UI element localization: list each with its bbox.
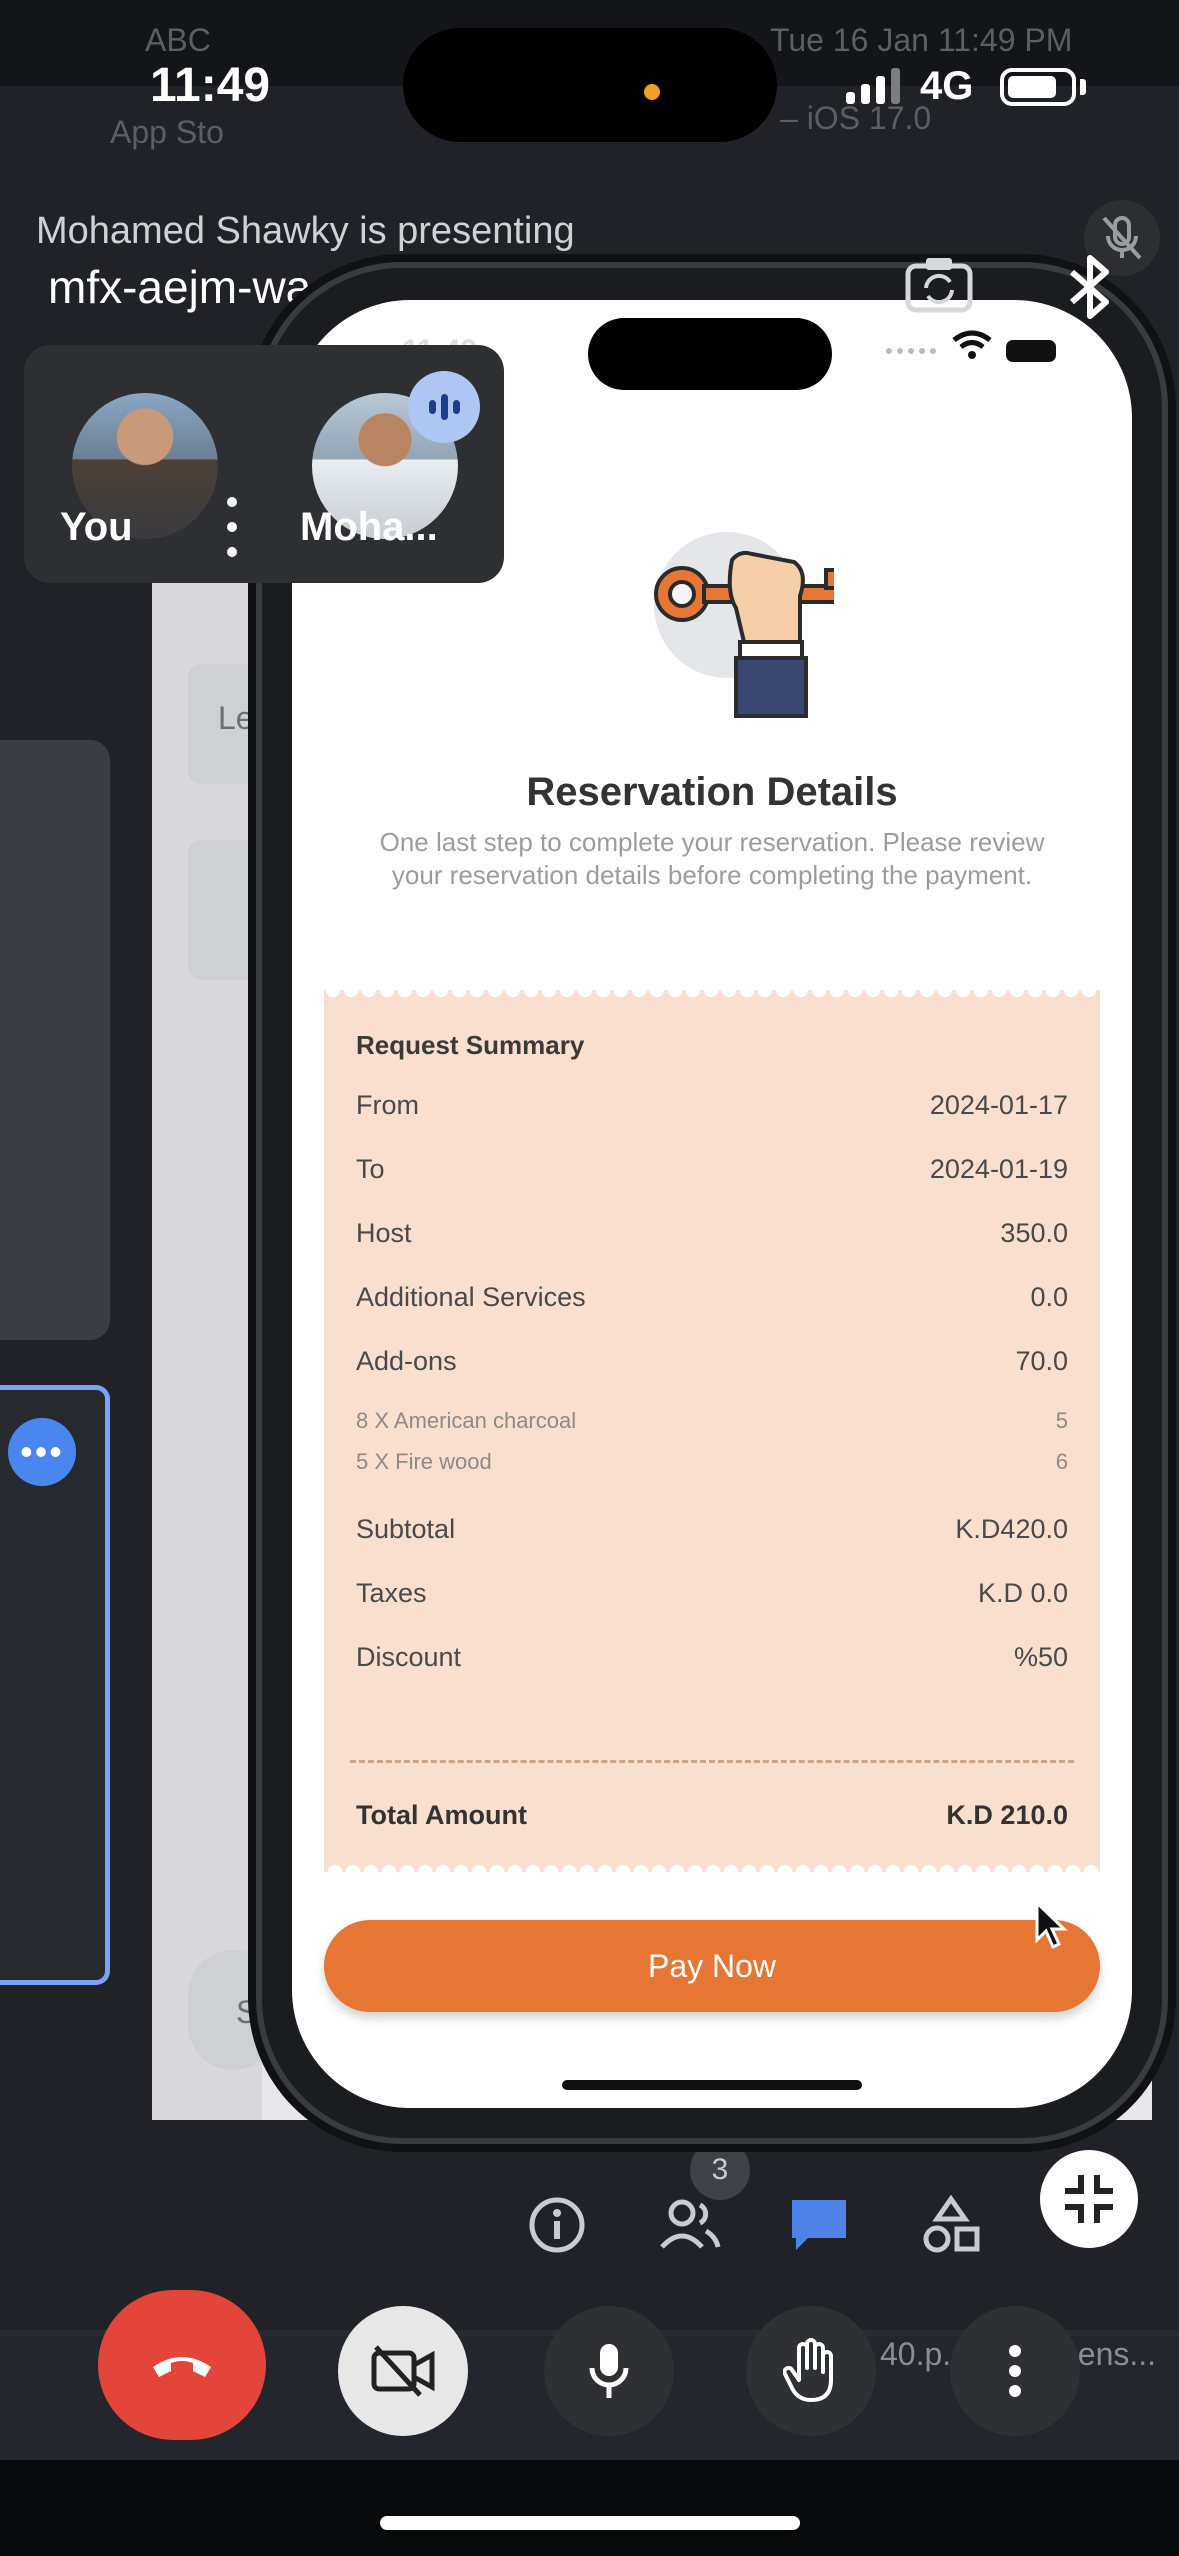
row-value: 0.0	[1030, 1282, 1068, 1312]
mouse-cursor-icon	[1035, 1900, 1068, 1950]
row-value: %50	[1013, 1642, 1068, 1672]
camera-flip-icon[interactable]	[904, 254, 974, 314]
total-label: Total Amount	[356, 1800, 527, 1830]
row-value: K.D 0.0	[977, 1578, 1068, 1608]
speaking-indicator-icon	[408, 371, 480, 443]
mic-icon	[589, 2344, 629, 2398]
phone-signal-icon	[886, 348, 936, 354]
row-value: 70.0	[1015, 1346, 1068, 1376]
camera-toggle-button[interactable]	[338, 2306, 468, 2436]
activities-icon[interactable]	[916, 2190, 986, 2260]
hang-up-icon	[153, 2357, 211, 2377]
hand-icon	[783, 2338, 833, 2402]
key-in-hand-icon	[654, 550, 834, 718]
summary-row-from: From 2024-01-17	[356, 1090, 1068, 1121]
summary-row-subtotal: Subtotal K.D420.0	[356, 1514, 1068, 1545]
more-vert-icon	[1009, 2345, 1021, 2397]
phone-battery-icon	[1006, 340, 1056, 362]
more-vert-icon[interactable]	[222, 497, 242, 557]
row-value: 2024-01-17	[929, 1090, 1068, 1120]
row-label: To	[356, 1154, 385, 1184]
addon-item: 5 X Fire wood 6	[356, 1449, 1068, 1475]
exit-fullscreen-icon	[1065, 2175, 1113, 2223]
wifi-icon	[952, 330, 992, 359]
phone-dynamic-island	[588, 318, 832, 390]
summary-row-host: Host 350.0	[356, 1218, 1068, 1249]
addon-label: 8 X American charcoal	[356, 1408, 577, 1433]
menubar-input-source: ABC	[145, 22, 211, 58]
people-icon[interactable]	[654, 2190, 724, 2260]
request-summary-card: Request Summary From 2024-01-17 To 2024-…	[324, 990, 1100, 1872]
home-indicator	[380, 2516, 800, 2530]
row-label: Taxes	[356, 1578, 427, 1608]
network-type: 4G	[920, 64, 974, 108]
addon-item: 8 X American charcoal 5	[356, 1408, 1068, 1434]
summary-row-total: Total Amount K.D 210.0	[356, 1800, 1068, 1831]
participant-name: You	[60, 505, 133, 549]
summary-row-taxes: Taxes K.D 0.0	[356, 1578, 1068, 1609]
microphone-toggle-button[interactable]	[544, 2306, 674, 2436]
row-value: K.D420.0	[955, 1514, 1068, 1544]
addon-value: 6	[1055, 1449, 1068, 1474]
more-dots-icon: •••	[8, 1418, 76, 1486]
bg-editor-hint: Le	[218, 700, 254, 736]
row-value: 350.0	[1000, 1218, 1068, 1248]
row-label: Subtotal	[356, 1514, 456, 1544]
row-label: Additional Services	[356, 1282, 586, 1312]
menubar-clock: Tue 16 Jan 11:49 PM	[770, 22, 1073, 58]
exit-fullscreen-button[interactable]	[1040, 2150, 1138, 2248]
meeting-code: mfx-aejm-wao	[48, 261, 337, 313]
summary-heading: Request Summary	[356, 1030, 585, 1060]
addon-label: 5 X Fire wood	[356, 1449, 492, 1474]
summary-row-to: To 2024-01-19	[356, 1154, 1068, 1185]
row-label: Host	[356, 1218, 412, 1248]
row-label: From	[356, 1090, 419, 1120]
cellular-signal-icon	[846, 68, 900, 104]
row-label: Discount	[356, 1642, 462, 1672]
info-icon[interactable]	[522, 2190, 592, 2260]
dashed-divider	[350, 1760, 1074, 1763]
total-value: K.D 210.0	[946, 1800, 1068, 1830]
addon-value: 5	[1055, 1408, 1068, 1433]
row-value: 2024-01-19	[929, 1154, 1068, 1184]
pay-now-button[interactable]: Pay Now	[324, 1920, 1100, 2012]
raise-hand-button[interactable]	[746, 2306, 876, 2436]
chat-icon[interactable]	[784, 2190, 854, 2260]
bg-editor-hint-2: S	[236, 1994, 258, 2030]
status-time: 11:49	[150, 59, 271, 112]
bg-window-title: – iOS 17.0	[780, 100, 932, 136]
row-label: Add-ons	[356, 1346, 457, 1376]
page-title: Reservation Details	[526, 770, 898, 814]
bluetooth-icon[interactable]	[1062, 252, 1118, 322]
summary-row-additional-services: Additional Services 0.0	[356, 1282, 1068, 1313]
page-subtitle: One last step to complete your reservati…	[379, 827, 1045, 890]
presenting-label: Mohamed Shawky is presenting	[36, 210, 575, 252]
participant-name: Moha...	[300, 505, 438, 549]
battery-cap	[1080, 79, 1086, 95]
summary-row-discount: Discount %50	[356, 1642, 1068, 1673]
more-options-button[interactable]	[950, 2306, 1080, 2436]
video-off-icon	[371, 2345, 435, 2397]
summary-row-add-ons: Add-ons 70.0	[356, 1346, 1068, 1377]
end-call-button[interactable]	[98, 2290, 266, 2440]
participant-tiles: You Moha...	[24, 345, 504, 583]
bg-left-panel	[0, 740, 110, 1340]
phone-home-indicator	[562, 2080, 862, 2090]
privacy-indicator-dot	[644, 84, 660, 100]
bg-app-store-label: App Sto	[110, 114, 224, 150]
dynamic-island	[403, 28, 777, 142]
battery-icon	[1000, 68, 1076, 106]
